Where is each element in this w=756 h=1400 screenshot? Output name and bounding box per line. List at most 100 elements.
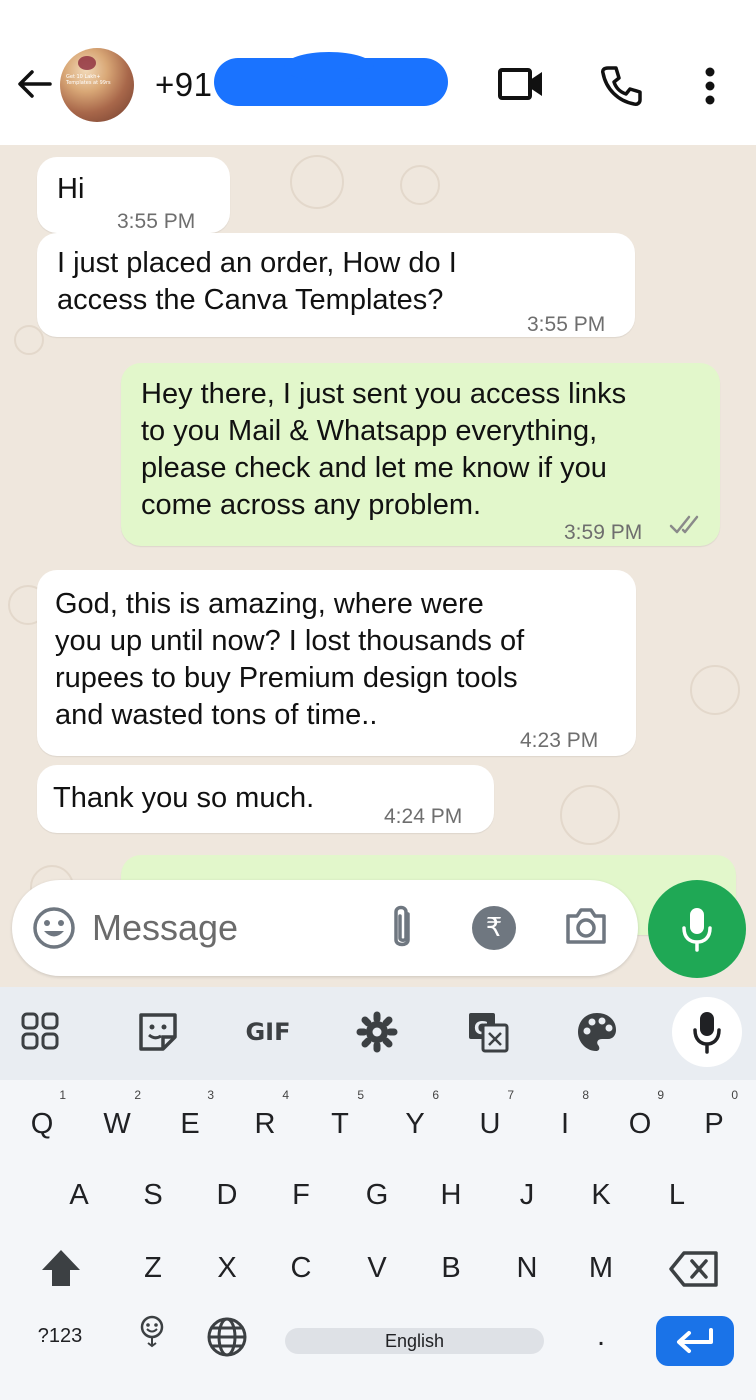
key-label: I bbox=[560, 1108, 570, 1140]
enter-key[interactable] bbox=[656, 1316, 734, 1366]
key-hint: 2 bbox=[134, 1088, 141, 1102]
back-arrow-icon[interactable] bbox=[14, 64, 54, 104]
backspace-icon[interactable] bbox=[668, 1250, 720, 1288]
avatar-image-detail bbox=[78, 56, 96, 70]
key-a[interactable]: A bbox=[49, 1165, 109, 1225]
contact-name[interactable]: +91 bbox=[155, 66, 212, 104]
key-v[interactable]: V bbox=[347, 1238, 407, 1298]
avatar[interactable]: Get 10 Lakh+ Templates at 99rs bbox=[60, 48, 134, 122]
message-text-line: you up until now? I lost thousands of bbox=[55, 625, 525, 657]
enter-arrow-icon bbox=[677, 1328, 713, 1353]
message-text-line: Hey there, I just sent you access links bbox=[141, 378, 627, 410]
wallpaper-doodle bbox=[690, 665, 740, 715]
key-label: Q bbox=[30, 1108, 54, 1140]
key-b[interactable]: B bbox=[421, 1238, 481, 1298]
camera-icon[interactable] bbox=[564, 906, 608, 946]
sticker-icon[interactable] bbox=[133, 1007, 183, 1057]
emoji-key-icon[interactable] bbox=[138, 1314, 166, 1348]
keyboard-voice-button[interactable] bbox=[672, 997, 742, 1067]
gif-button[interactable]: GIF bbox=[240, 1007, 296, 1057]
key-hint: 9 bbox=[657, 1088, 664, 1102]
double-check-icon bbox=[669, 515, 699, 534]
symbols-key[interactable]: ?123 bbox=[24, 1306, 96, 1366]
wallpaper-doodle bbox=[290, 155, 344, 209]
video-call-icon[interactable] bbox=[496, 62, 548, 106]
key-m[interactable]: M bbox=[571, 1238, 631, 1298]
voice-message-button[interactable] bbox=[648, 880, 746, 978]
key-l[interactable]: L bbox=[647, 1165, 707, 1225]
key-w[interactable]: W2 bbox=[87, 1088, 147, 1154]
message-text-line: please check and let me know if you bbox=[141, 452, 607, 484]
avatar-text: Get 10 Lakh+ Templates at 99rs bbox=[66, 74, 111, 86]
key-o[interactable]: O9 bbox=[610, 1088, 670, 1154]
key-label: R bbox=[254, 1108, 276, 1140]
chat-area[interactable]: Hi 3:55 PM I just placed an order, How d… bbox=[0, 145, 756, 987]
message-text-line: to you Mail & Whatsapp everything, bbox=[141, 415, 598, 447]
voice-call-icon[interactable] bbox=[596, 62, 644, 110]
key-hint: 8 bbox=[582, 1088, 589, 1102]
message-text-line: rupees to buy Premium design tools bbox=[55, 662, 518, 694]
globe-language-icon[interactable] bbox=[206, 1316, 248, 1358]
message-text-line: and wasted tons of time.. bbox=[55, 699, 378, 731]
key-u[interactable]: U7 bbox=[460, 1088, 520, 1154]
key-t[interactable]: T5 bbox=[310, 1088, 370, 1154]
key-y[interactable]: Y6 bbox=[385, 1088, 445, 1154]
message-bubble-outgoing[interactable]: Hey there, I just sent you access links … bbox=[121, 363, 720, 546]
key-hint: 6 bbox=[432, 1088, 439, 1102]
message-bubble-incoming[interactable]: Thank you so much. 4:24 PM bbox=[37, 765, 494, 833]
period-key[interactable]: . bbox=[571, 1306, 631, 1366]
space-bar[interactable]: English bbox=[285, 1328, 544, 1354]
rupee-payment-icon[interactable]: ₹ bbox=[472, 906, 516, 950]
wallpaper-doodle bbox=[400, 165, 440, 205]
message-input[interactable] bbox=[92, 898, 372, 958]
key-label: W bbox=[103, 1108, 131, 1140]
key-hint: 3 bbox=[207, 1088, 214, 1102]
key-e[interactable]: E3 bbox=[160, 1088, 220, 1154]
key-label: U bbox=[479, 1108, 501, 1140]
shift-key-icon[interactable] bbox=[38, 1246, 84, 1290]
key-z[interactable]: Z bbox=[123, 1238, 183, 1298]
more-vert-icon[interactable] bbox=[696, 62, 724, 110]
message-bubble-incoming[interactable]: God, this is amazing, where were you up … bbox=[37, 570, 636, 756]
key-h[interactable]: H bbox=[421, 1165, 481, 1225]
key-q[interactable]: Q1 bbox=[12, 1088, 72, 1154]
message-time: 3:55 PM bbox=[527, 313, 606, 336]
message-bubble-incoming[interactable]: I just placed an order, How do I access … bbox=[37, 233, 635, 337]
key-s[interactable]: S bbox=[123, 1165, 183, 1225]
key-hint: 5 bbox=[357, 1088, 364, 1102]
key-i[interactable]: I8 bbox=[535, 1088, 595, 1154]
key-x[interactable]: X bbox=[197, 1238, 257, 1298]
key-hint: 4 bbox=[282, 1088, 289, 1102]
key-d[interactable]: D bbox=[197, 1165, 257, 1225]
mic-icon bbox=[693, 1012, 721, 1054]
chat-header: Get 10 Lakh+ Templates at 99rs +91 bbox=[0, 0, 756, 145]
key-r[interactable]: R4 bbox=[235, 1088, 295, 1154]
key-g[interactable]: G bbox=[347, 1165, 407, 1225]
message-text-line: God, this is amazing, where were bbox=[55, 588, 484, 620]
apps-grid-icon[interactable] bbox=[16, 1007, 66, 1057]
attach-icon[interactable] bbox=[384, 902, 420, 954]
settings-gear-icon[interactable] bbox=[352, 1007, 402, 1057]
emoji-icon[interactable] bbox=[32, 906, 76, 950]
key-label: P bbox=[704, 1108, 724, 1140]
message-text: Thank you so much. bbox=[53, 782, 315, 814]
wallpaper-doodle bbox=[560, 785, 620, 845]
message-text: Hi bbox=[57, 173, 85, 205]
key-label: T bbox=[331, 1108, 349, 1140]
translate-icon[interactable]: G bbox=[463, 1007, 513, 1057]
message-text-line: come across any problem. bbox=[141, 489, 482, 521]
message-bubble-incoming[interactable]: Hi 3:55 PM bbox=[37, 157, 230, 233]
key-n[interactable]: N bbox=[497, 1238, 557, 1298]
key-c[interactable]: C bbox=[271, 1238, 331, 1298]
key-hint: 1 bbox=[59, 1088, 66, 1102]
message-text-line: access the Canva Templates? bbox=[57, 284, 444, 316]
theme-palette-icon[interactable] bbox=[572, 1007, 622, 1057]
key-f[interactable]: F bbox=[271, 1165, 331, 1225]
keyboard-toolbar: GIF G bbox=[0, 987, 756, 1080]
compose-bar: ₹ bbox=[12, 880, 638, 976]
key-j[interactable]: J bbox=[497, 1165, 557, 1225]
key-label: O bbox=[628, 1108, 652, 1140]
key-hint: 0 bbox=[731, 1088, 738, 1102]
key-k[interactable]: K bbox=[571, 1165, 631, 1225]
key-p[interactable]: P0 bbox=[684, 1088, 744, 1154]
